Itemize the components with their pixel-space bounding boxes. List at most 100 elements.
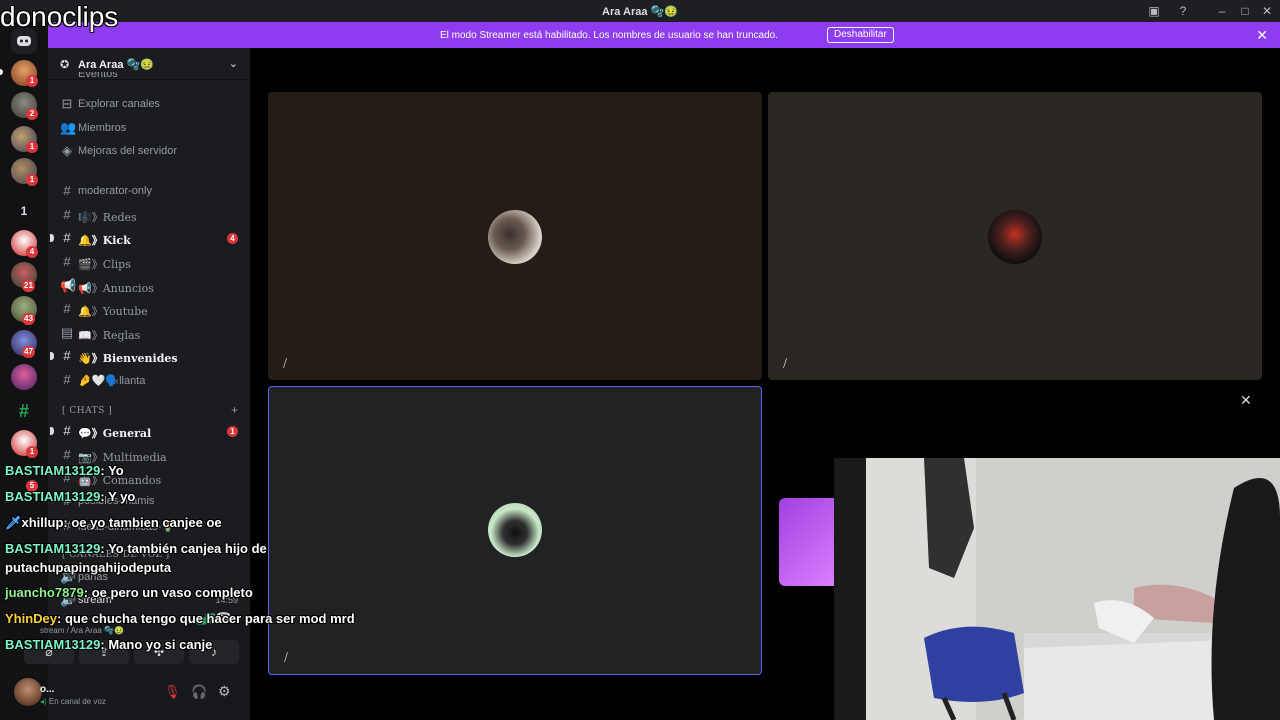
chat-colon: : (57, 611, 65, 626)
gear-icon[interactable]: ⚙ (218, 683, 231, 700)
channel-anuncios[interactable]: 📢 📢》Anuncios (58, 276, 242, 296)
username: o... (40, 684, 55, 695)
hashtag-icon: # (63, 230, 71, 245)
chat-message: juancho7879: oe pero un vaso completo (5, 580, 425, 606)
channel-bienvenides[interactable]: # 👋》Bienvenides (50, 346, 242, 366)
unread-pill (0, 69, 3, 75)
user-panel: o... ◂) En canal de voz 🎙 🎧 ⚙ (14, 668, 250, 720)
sidebar-item-server-boosts[interactable]: ◈ Mejoras del servidor (58, 141, 242, 161)
activity-card[interactable] (779, 498, 839, 586)
server-badge: 4 (26, 246, 38, 258)
disable-button[interactable]: Deshabilitar (827, 27, 894, 43)
chat-colon: : (100, 541, 109, 556)
channel-general[interactable]: # 💬》General 1 (50, 421, 242, 441)
close-icon[interactable]: ✕ (1256, 27, 1268, 44)
channel-label: 📢》Anuncios (78, 282, 154, 295)
chat-username: BASTIAM13129 (5, 541, 101, 556)
participant-tile[interactable]: ⧸ (268, 92, 762, 380)
chat-text: Yo (108, 463, 124, 478)
participant-tile[interactable]: ⧸ (768, 92, 1262, 380)
chat-message: BASTIAM13129: Yo también canjea hijo de … (5, 536, 425, 580)
streamer-mode-banner: El modo Streamer está habilitado. Los no… (48, 22, 1280, 48)
channel-label: 🤌🤍🗣️llanta (78, 375, 146, 387)
sidebar-item-browse-channels[interactable]: ⊟ Explorar canales (58, 94, 242, 114)
channel-watermark: donoclips (0, 1, 119, 32)
channel-kick[interactable]: # 🔔》Kick 4 (50, 228, 242, 248)
category-chats[interactable]: [ CHATS ] (62, 406, 112, 416)
server-badge: 1 (26, 141, 38, 153)
sidebar-item-label: Explorar canales (78, 98, 160, 110)
server-badge: 1 (26, 75, 38, 87)
user-status-text: En canal de voz (48, 697, 106, 706)
inbox-icon[interactable]: ▣ (1147, 4, 1161, 18)
maximize-icon[interactable]: □ (1238, 4, 1252, 18)
unread-indicator (50, 352, 54, 360)
channel-reglas[interactable]: ▤ 📖》Reglas (58, 323, 242, 343)
server-icon[interactable] (11, 364, 37, 390)
channel-llanta[interactable]: # 🤌🤍🗣️llanta (58, 370, 242, 390)
unread-indicator (50, 427, 54, 435)
hashtag-icon: # (63, 207, 71, 222)
channel-redes[interactable]: # 🎼》Redes (58, 205, 242, 225)
channel-label: 🔔》Kick (78, 234, 131, 247)
hashtag-icon: # (63, 348, 71, 363)
boost-icon: ◈ (62, 143, 72, 158)
participant-avatar (988, 210, 1042, 264)
folder-count[interactable]: 1 (11, 198, 37, 224)
server-badge-icon: ✪ (60, 59, 70, 71)
close-window-icon[interactable]: ✕ (1260, 4, 1274, 18)
participant-avatar (488, 210, 542, 264)
sword-icon: 🗡 (5, 515, 22, 530)
mic-muted-icon[interactable]: 🎙 (164, 684, 181, 700)
chat-text: Y yo (108, 489, 136, 504)
members-icon: 👥 (60, 120, 77, 135)
sidebar-item-members[interactable]: 👥 Miembros (58, 118, 242, 138)
rules-icon: ▤ (60, 325, 74, 340)
channel-label: 🎼》Redes (78, 211, 137, 224)
hashtag-server-icon[interactable]: # (11, 398, 37, 424)
help-icon[interactable]: ? (1176, 4, 1190, 18)
hashtag-icon: # (63, 301, 71, 316)
channel-clips[interactable]: # 🎬》Clips (58, 252, 242, 272)
channel-label: 🔔》Youtube (78, 305, 148, 318)
channel-label: 👋》Bienvenides (78, 352, 178, 365)
banner-message: El modo Streamer está habilitado. Los no… (440, 30, 778, 41)
window-title: Ara Araa 🫧🤢 (602, 6, 678, 18)
mic-muted-icon: ⧸ (783, 358, 787, 370)
chat-message: YhinDey: que chucha tengo que hacer para… (5, 606, 425, 632)
stream-chat-overlay: BASTIAM13129: Yo BASTIAM13129: Y yo 🗡xhi… (5, 458, 425, 658)
mention-badge: 1 (227, 426, 238, 437)
compass-icon: ⊟ (61, 96, 73, 111)
server-badge: 2 (26, 108, 38, 120)
chevron-down-icon: ⌄ (228, 58, 238, 70)
chat-username: BASTIAM13129 (5, 637, 101, 652)
sidebar-item-events[interactable]: Eventos (58, 72, 242, 84)
headphones-icon[interactable]: 🎧 (191, 684, 207, 700)
title-bar: Ara Araa 🫧🤢 ▣ ? – □ ✕ (0, 0, 1280, 22)
unread-indicator (50, 234, 54, 242)
chat-colon: : (100, 489, 109, 504)
server-name: Ara Araa 🫧🤢 (78, 59, 154, 71)
server-badge: 1 (26, 446, 38, 458)
minimize-icon[interactable]: – (1215, 4, 1229, 18)
discord-window: Ara Araa 🫧🤢 ▣ ? – □ ✕ 1 2 1 1 1 4 21 43 … (0, 0, 1280, 720)
hashtag-icon: # (63, 183, 71, 198)
server-badge: 47 (22, 346, 35, 358)
hashtag-icon: # (63, 372, 71, 387)
add-channel-icon[interactable]: + (231, 403, 238, 417)
chat-username: juancho7879 (5, 585, 84, 600)
close-icon[interactable]: ✕ (1240, 392, 1252, 409)
chat-text: que chucha tengo que hacer para ser mod … (64, 611, 355, 626)
megaphone-icon: 📢 (60, 278, 77, 293)
server-badge: 43 (22, 313, 35, 325)
user-status: ◂) En canal de voz (40, 697, 106, 706)
chat-message: BASTIAM13129: Y yo (5, 484, 425, 510)
chat-username: YhinDey (5, 611, 58, 626)
hashtag-icon: # (63, 423, 71, 438)
channel-youtube[interactable]: # 🔔》Youtube (58, 299, 242, 319)
channel-label: 🎬》Clips (78, 258, 131, 271)
participant-avatar (488, 503, 542, 557)
chat-text: oe yo tambien canjee oe (71, 515, 222, 530)
avatar[interactable] (14, 678, 42, 706)
channel-moderator-only[interactable]: # moderator-only (58, 181, 242, 201)
